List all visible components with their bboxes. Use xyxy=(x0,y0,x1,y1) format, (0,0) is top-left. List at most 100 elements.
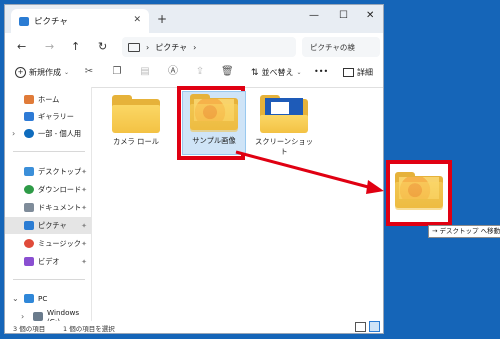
sidebar-item-label: PC xyxy=(38,294,48,303)
search-input[interactable]: ピクチャの検 xyxy=(302,37,380,57)
new-tab-button[interactable]: + xyxy=(157,12,167,26)
dragged-folder-preview xyxy=(386,160,452,226)
file-explorer-window: ピクチャ ✕ + — ☐ ✕ ← → ↑ ↻ › ピクチャ › ピクチャの検 +… xyxy=(4,4,384,334)
chevron-right-icon[interactable]: › xyxy=(21,312,24,321)
sort-icon: ⇅ xyxy=(251,67,259,78)
sidebar-item-label: ピクチャ xyxy=(38,220,67,230)
folder-with-photo-icon xyxy=(395,172,443,210)
search-placeholder: ピクチャの検 xyxy=(310,42,355,52)
sort-label: 並べ替え xyxy=(261,68,294,77)
chevron-right-icon[interactable]: › xyxy=(12,129,15,138)
paste-icon[interactable]: ▤ xyxy=(139,66,151,78)
sidebar-item-onedrive[interactable]: › 一部 - 個人用 xyxy=(5,125,91,142)
sidebar-item-pictures[interactable]: ピクチャ ✦ xyxy=(5,217,91,234)
navigation-pane: ホーム ギャラリー › 一部 - 個人用 デスクトップ ✦ ダウンロード ✦ ド… xyxy=(5,87,92,326)
home-icon xyxy=(24,95,34,104)
details-view-icon[interactable] xyxy=(355,322,366,332)
refresh-button[interactable]: ↻ xyxy=(98,40,107,53)
sidebar-item-home[interactable]: ホーム xyxy=(5,91,91,108)
file-list: カメラ ロール サンプル画像 スクリーンショット xyxy=(92,86,383,323)
new-button[interactable]: + 新規作成 ⌄ xyxy=(15,67,69,78)
drive-icon xyxy=(33,312,43,321)
video-icon xyxy=(24,257,34,266)
plus-circle-icon: + xyxy=(15,67,26,78)
music-icon xyxy=(24,239,34,248)
sidebar-item-documents[interactable]: ドキュメント ✦ xyxy=(5,199,91,216)
minimize-button[interactable]: — xyxy=(309,10,319,21)
sidebar-item-videos[interactable]: ビデオ ✦ xyxy=(5,253,91,270)
file-label: スクリーンショット xyxy=(254,137,313,156)
pictures-icon xyxy=(19,16,29,26)
back-button[interactable]: ← xyxy=(17,40,26,53)
file-screenshots[interactable]: スクリーンショット xyxy=(252,95,316,157)
tab-title: ピクチャ xyxy=(34,17,68,27)
computer-icon xyxy=(24,294,34,303)
item-count: 3 個の項目 xyxy=(13,325,46,333)
sidebar-item-label: ホーム xyxy=(38,94,60,104)
details-label: 詳細 xyxy=(357,68,373,77)
sidebar-divider xyxy=(13,279,85,280)
drag-tooltip: → デスクトップ へ移動 xyxy=(428,225,500,238)
delete-icon[interactable]: 🗑 xyxy=(221,66,234,78)
pin-icon[interactable]: ✦ xyxy=(81,258,87,266)
address-input[interactable]: › ピクチャ › xyxy=(122,37,296,57)
pin-icon[interactable]: ✦ xyxy=(81,222,87,230)
pictures-icon xyxy=(24,221,34,230)
folder-with-screenshot-icon xyxy=(260,95,308,133)
chevron-down-icon: ⌄ xyxy=(296,69,302,76)
sidebar-item-label: ギャラリー xyxy=(38,111,74,121)
gallery-icon xyxy=(24,112,34,121)
pin-icon[interactable]: ✦ xyxy=(81,186,87,194)
sidebar-item-downloads[interactable]: ダウンロード ✦ xyxy=(5,181,91,198)
cut-icon[interactable]: ✂ xyxy=(83,66,95,78)
share-icon[interactable]: ⇪ xyxy=(194,66,206,78)
monitor-icon xyxy=(128,42,140,52)
folder-with-photo-icon xyxy=(190,94,238,132)
sidebar-item-pc[interactable]: ⌄ PC xyxy=(5,290,91,307)
file-label: サンプル画像 xyxy=(192,136,236,145)
details-button[interactable]: 詳細 xyxy=(343,67,373,78)
document-icon xyxy=(24,203,34,212)
sidebar-item-label: デスクトップ xyxy=(38,166,82,176)
cloud-icon xyxy=(24,129,34,138)
maximize-button[interactable]: ☐ xyxy=(339,10,348,21)
large-icons-view-icon[interactable] xyxy=(369,321,380,332)
close-button[interactable]: ✕ xyxy=(366,10,374,21)
sidebar-item-label: ドキュメント xyxy=(38,202,82,212)
breadcrumb-chevron-icon: › xyxy=(146,42,150,52)
sort-button[interactable]: ⇅ 並べ替え ⌄ xyxy=(251,67,302,78)
breadcrumb-chevron-icon: › xyxy=(193,42,197,52)
forward-button[interactable]: → xyxy=(45,40,54,53)
copy-icon[interactable]: ❐ xyxy=(111,66,123,78)
selection-count: 1 個の項目を選択 xyxy=(63,325,115,333)
rename-icon[interactable]: Ⓐ xyxy=(167,66,179,78)
address-bar-row: ← → ↑ ↻ › ピクチャ › ピクチャの検 xyxy=(5,33,383,62)
download-icon xyxy=(24,185,34,194)
pin-icon[interactable]: ✦ xyxy=(81,204,87,212)
sidebar-item-desktop[interactable]: デスクトップ ✦ xyxy=(5,163,91,180)
file-sample-pictures[interactable]: サンプル画像 xyxy=(182,91,246,155)
new-label: 新規作成 xyxy=(29,68,61,77)
chevron-down-icon: ⌄ xyxy=(64,69,70,76)
close-tab-icon[interactable]: ✕ xyxy=(133,15,141,25)
status-bar: 3 個の項目 1 個の項目を選択 xyxy=(5,321,383,333)
folder-icon xyxy=(112,95,160,133)
sidebar-item-music[interactable]: ミュージック ✦ xyxy=(5,235,91,252)
up-button[interactable]: ↑ xyxy=(71,40,80,53)
sidebar-item-label: ミュージック xyxy=(38,238,81,248)
chevron-down-icon[interactable]: ⌄ xyxy=(12,294,19,303)
more-options-button[interactable]: ••• xyxy=(314,67,328,76)
sidebar-item-label: 一部 - 個人用 xyxy=(38,128,82,138)
command-bar: + 新規作成 ⌄ ✂ ❐ ▤ Ⓐ ⇪ 🗑 ⇅ 並べ替え ⌄ ••• 詳細 xyxy=(5,61,383,88)
file-camera-roll[interactable]: カメラ ロール xyxy=(104,95,168,147)
tab-pictures[interactable]: ピクチャ ✕ xyxy=(11,9,149,33)
breadcrumb-pictures[interactable]: ピクチャ xyxy=(155,42,187,53)
sidebar-divider xyxy=(13,151,85,152)
desktop-icon xyxy=(24,167,34,176)
details-pane-icon xyxy=(343,68,354,77)
file-label: カメラ ロール xyxy=(112,137,160,146)
pin-icon[interactable]: ✦ xyxy=(81,240,87,248)
sidebar-item-label: ダウンロード xyxy=(38,184,82,194)
sidebar-item-gallery[interactable]: ギャラリー xyxy=(5,108,91,125)
pin-icon[interactable]: ✦ xyxy=(81,168,87,176)
